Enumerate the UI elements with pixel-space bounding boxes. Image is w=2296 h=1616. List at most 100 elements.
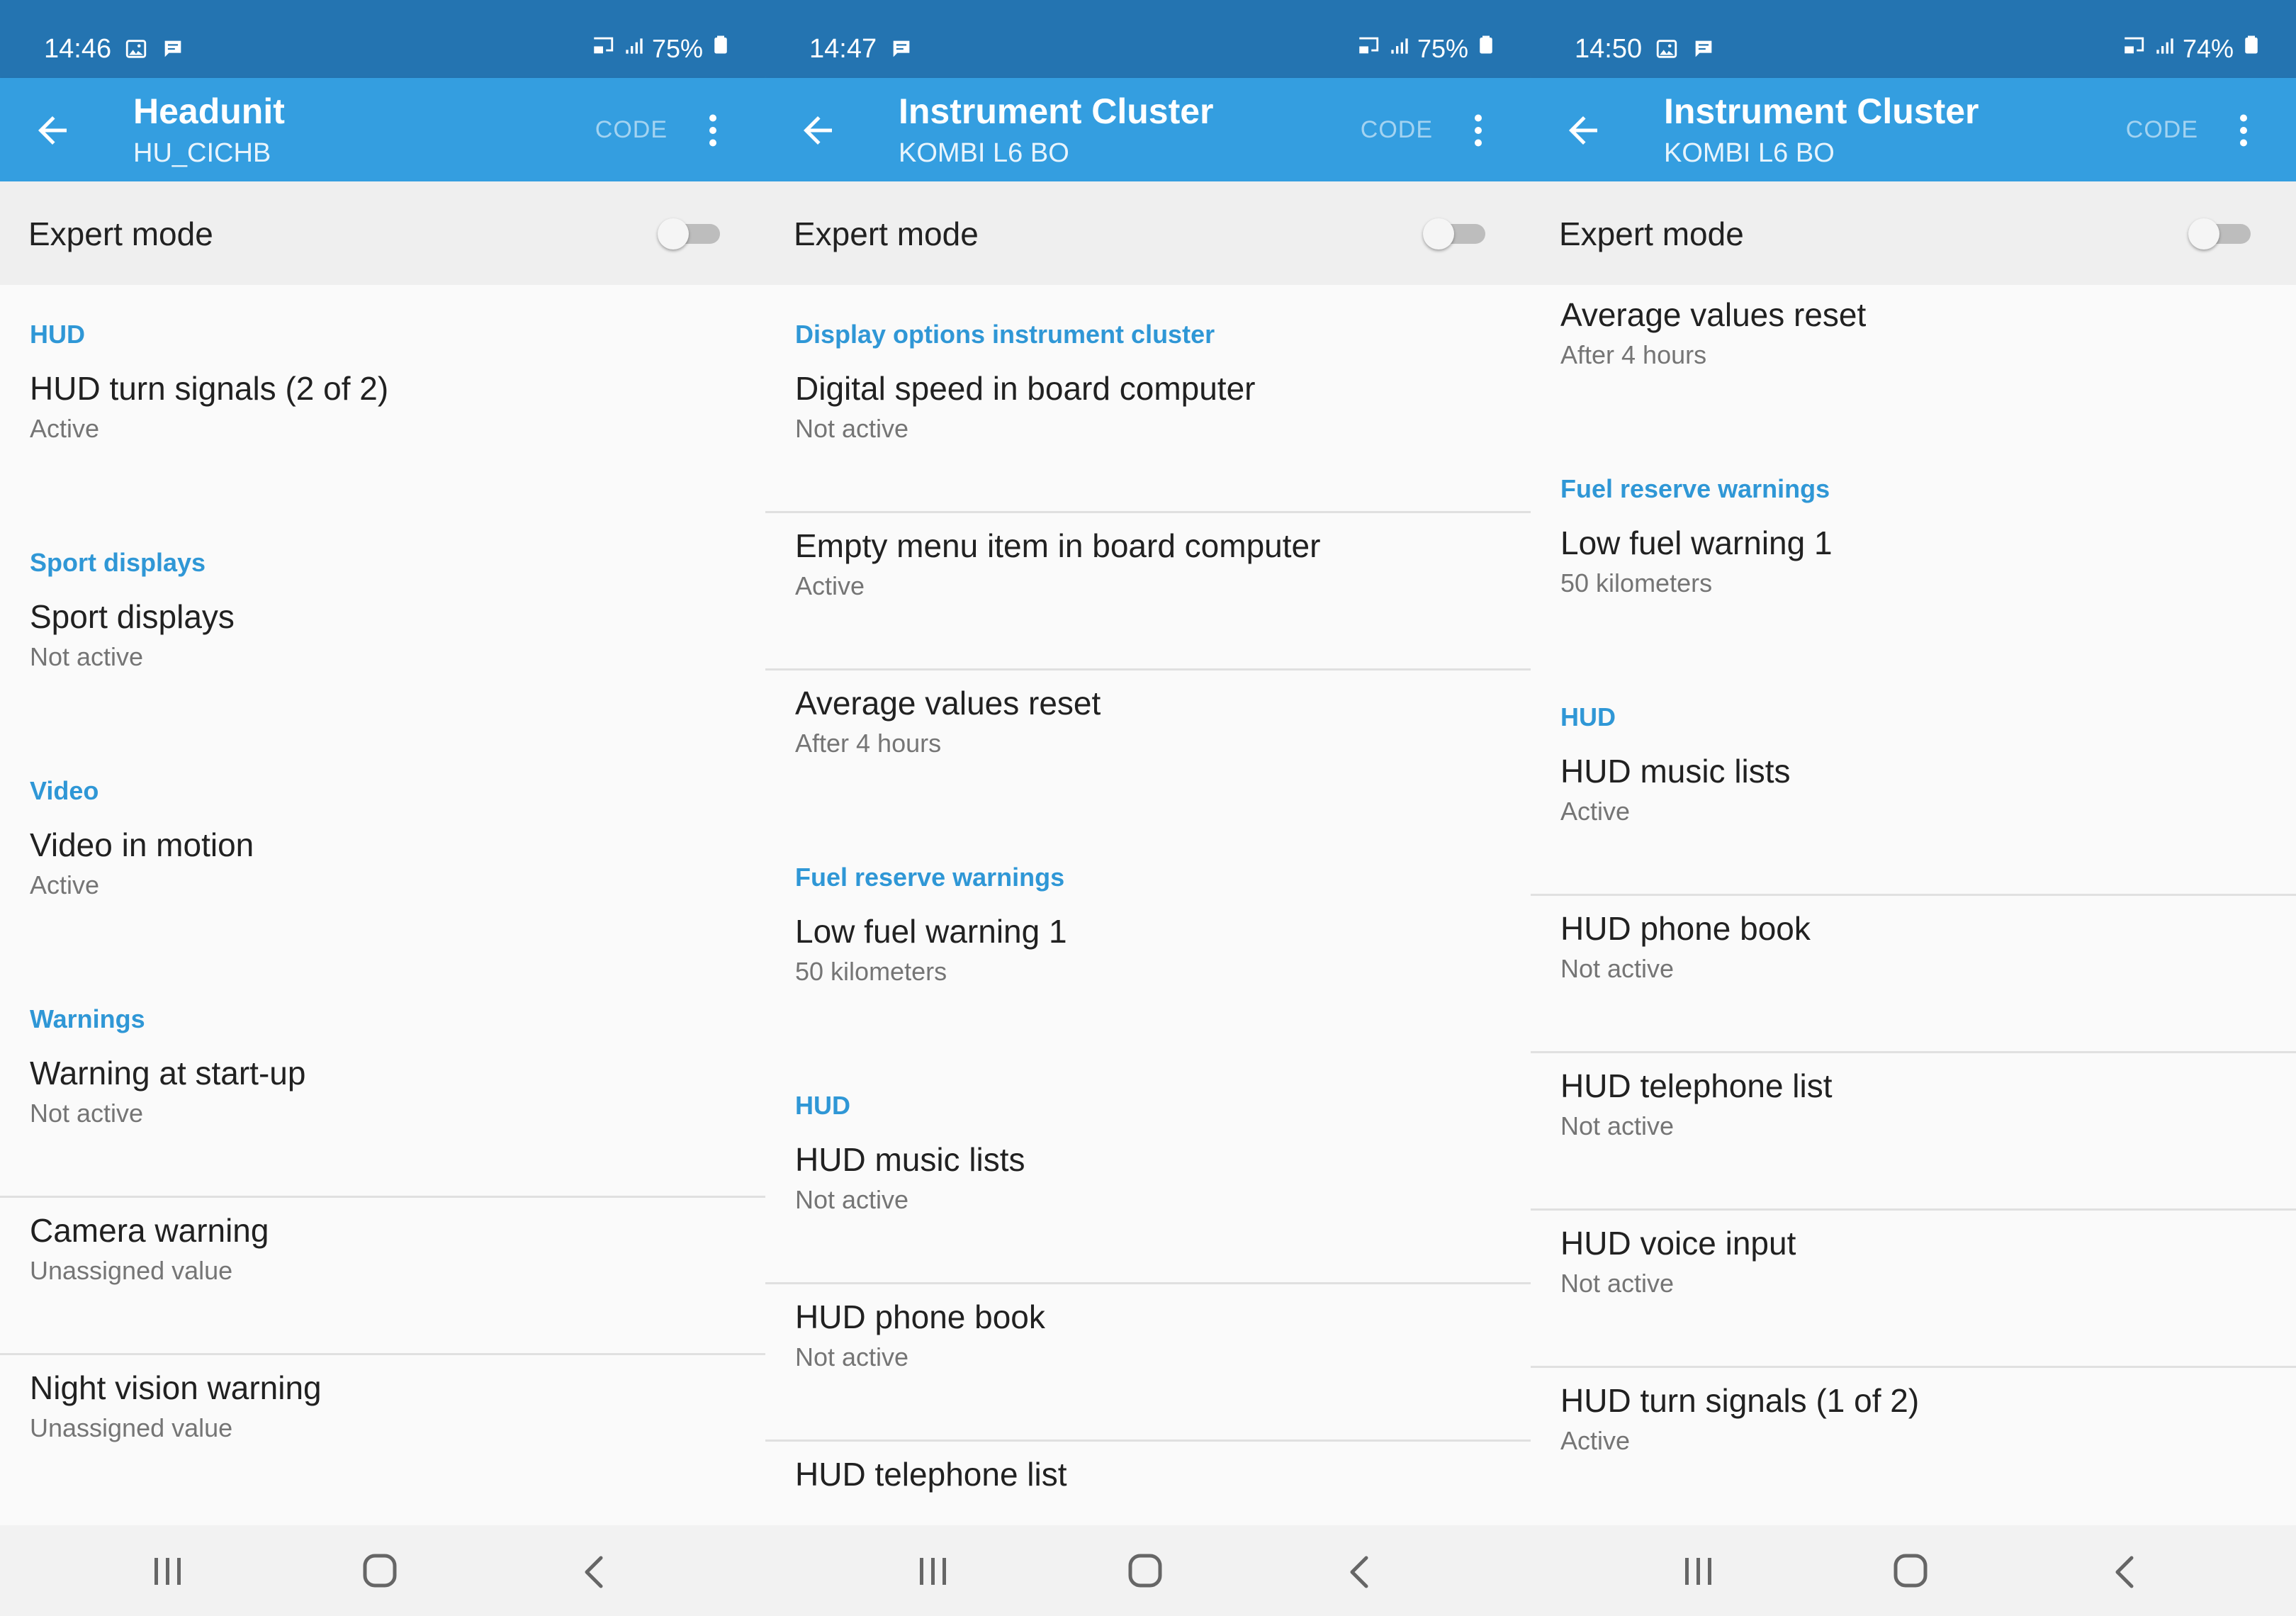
nav-home-icon[interactable] (1125, 1551, 1165, 1590)
back-arrow-icon[interactable] (1562, 109, 1604, 152)
list-item[interactable]: Sport displays Not active (0, 584, 765, 741)
toggle-thumb (1423, 218, 1454, 249)
phone-screen: 14:46 75% Headunit HU_CICHB CODE Expert mode H… (0, 0, 765, 1616)
back-arrow-icon[interactable] (31, 109, 74, 152)
page-title: Headunit (133, 91, 285, 131)
list-item[interactable]: HUD turn signals (1 of 2) Active (1531, 1368, 2296, 1525)
settings-list-inner: Average values reset After 4 hours Fuel re… (1531, 285, 2296, 1525)
list-item-title: Average values reset (795, 685, 1101, 722)
code-button[interactable]: CODE (2126, 113, 2198, 146)
battery-percent: 75% (651, 34, 703, 63)
battery-icon (2241, 30, 2262, 68)
list-item-value: Active (795, 571, 865, 600)
status-right: 75% (584, 30, 731, 68)
list-item-value: 50 kilometers (795, 957, 947, 986)
page-title: Instrument Cluster (899, 91, 1214, 131)
expert-mode-toggle[interactable] (1423, 218, 1487, 249)
list-item[interactable]: Low fuel warning 1 50 kilometers (1531, 510, 2296, 668)
back-arrow-icon[interactable] (797, 109, 839, 152)
toggle-thumb (658, 218, 689, 249)
list-item[interactable]: HUD phone book Not active (765, 1284, 1531, 1442)
signal-icon (2153, 30, 2176, 68)
nav-recents-icon[interactable] (910, 1554, 955, 1589)
page-subtitle: HU_CICHB (133, 138, 271, 168)
list-item-title: Warning at start-up (30, 1055, 306, 1092)
list-item[interactable]: HUD voice input Not active (1531, 1211, 2296, 1368)
list-item[interactable]: HUD phone book Not active (1531, 896, 2296, 1053)
status-time: 14:47 (809, 34, 877, 64)
list-item-title: Night vision warning (30, 1369, 322, 1406)
list-item-title: Digital speed in board computer (795, 370, 1256, 407)
cast-icon (2122, 30, 2146, 68)
status-bar: 14:50 74% (1531, 0, 2296, 78)
list-item[interactable]: Average values reset After 4 hours (1531, 285, 2296, 439)
list-item[interactable]: HUD telephone list (765, 1442, 1531, 1525)
list-item-title: Camera warning (30, 1212, 269, 1249)
list-item[interactable]: Empty menu item in board computer Active (765, 513, 1531, 670)
list-item[interactable]: HUD music lists Active (1531, 739, 2296, 896)
status-right: 74% (2115, 30, 2262, 68)
section-header: HUD (1560, 702, 1616, 731)
expert-mode-toggle[interactable] (658, 218, 721, 249)
list-item-value: 50 kilometers (1560, 568, 1713, 597)
list-item-value: Unassigned value (30, 1256, 233, 1285)
list-item-title: HUD music lists (1560, 753, 1791, 790)
nav-back-icon[interactable] (575, 1552, 615, 1592)
expert-mode-row[interactable]: Expert mode (0, 181, 765, 285)
nav-recents-icon[interactable] (1675, 1554, 1721, 1589)
notification-icon (889, 37, 913, 61)
expert-mode-label: Expert mode (28, 215, 213, 252)
status-bar: 14:46 75% (0, 0, 765, 78)
list-item[interactable]: HUD turn signals (2 of 2) Active (0, 356, 765, 513)
app-bar: Instrument Cluster KOMBI L6 BO CODE (1531, 78, 2296, 181)
phone-screen: 14:50 74% Instrument Cluster KOMBI L6 BO COD… (1531, 0, 2296, 1616)
cast-icon (1356, 30, 1380, 68)
list-item[interactable]: Night vision warning Unassigned value (0, 1355, 765, 1513)
list-item-title: Empty menu item in board computer (795, 527, 1321, 564)
nav-home-icon[interactable] (1891, 1551, 1930, 1590)
system-nav-bar (0, 1525, 765, 1616)
app-bar: Headunit HU_CICHB CODE (0, 78, 765, 181)
list-item-title: HUD phone book (795, 1298, 1045, 1335)
expert-mode-toggle[interactable] (2188, 218, 2252, 249)
list-item[interactable]: Camera warning Unassigned value (0, 1198, 765, 1355)
list-item-title: HUD phone book (1560, 910, 1811, 947)
more-vert-icon[interactable] (1457, 109, 1499, 152)
list-item[interactable]: HUD music lists Not active (765, 1127, 1531, 1284)
cast-icon (591, 30, 615, 68)
list-item[interactable]: Average values reset After 4 hours (765, 670, 1531, 828)
list-item-value: Not active (1560, 954, 1675, 983)
code-button[interactable]: CODE (595, 113, 668, 146)
list-item[interactable]: HUD telephone list Not active (1531, 1053, 2296, 1211)
app-bar: Instrument Cluster KOMBI L6 BO CODE (765, 78, 1531, 181)
battery-percent: 75% (1417, 34, 1468, 63)
phone-screen: 14:47 75% Instrument Cluster KOMBI L6 BO COD… (765, 0, 1531, 1616)
signal-icon (622, 30, 645, 68)
list-item-value: After 4 hours (795, 729, 942, 758)
list-item-title: HUD turn signals (1 of 2) (1560, 1382, 1920, 1419)
status-time: 14:50 (1575, 34, 1643, 64)
list-item[interactable]: Warning at start-up Not active (0, 1040, 765, 1198)
expert-mode-row[interactable]: Expert mode (1531, 181, 2296, 285)
more-vert-icon[interactable] (692, 109, 734, 152)
list-item-value: Active (30, 414, 100, 443)
screenshot-collage: 14:46 75% Headunit HU_CICHB CODE Expert mode H… (0, 0, 2296, 1616)
list-item-value: Not active (1560, 1111, 1675, 1140)
nav-back-icon[interactable] (2106, 1552, 2146, 1592)
expert-mode-row[interactable]: Expert mode (765, 181, 1531, 285)
nav-recents-icon[interactable] (145, 1554, 190, 1589)
list-item[interactable]: Video in motion Active (0, 812, 765, 970)
battery-icon (710, 30, 731, 68)
section-header: HUD (795, 1091, 850, 1120)
nav-home-icon[interactable] (360, 1551, 400, 1590)
list-item-value: Not active (795, 1185, 909, 1214)
list-item-value: Unassigned value (30, 1413, 233, 1442)
list-item[interactable]: Digital speed in board computer Not activ… (765, 356, 1531, 513)
more-vert-icon[interactable] (2222, 109, 2265, 152)
code-button[interactable]: CODE (1361, 113, 1433, 146)
toggle-thumb (2188, 218, 2219, 249)
system-nav-bar (1531, 1525, 2296, 1616)
nav-back-icon[interactable] (1341, 1552, 1380, 1592)
list-item[interactable]: Low fuel warning 1 50 kilometers (765, 899, 1531, 1056)
status-left: 14:50 (1575, 30, 1716, 68)
